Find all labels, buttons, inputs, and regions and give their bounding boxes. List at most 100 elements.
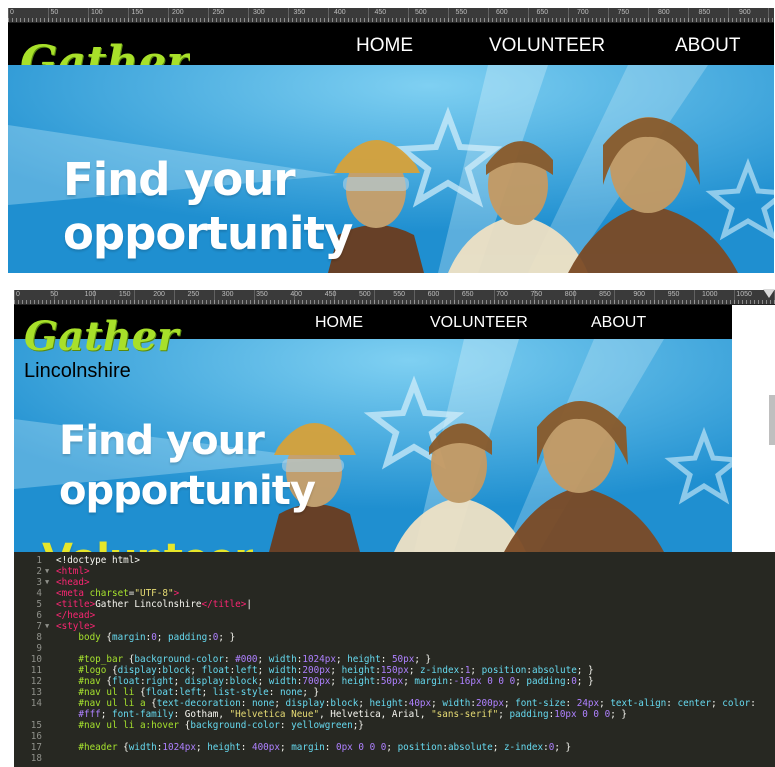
code-token: absolute	[447, 742, 493, 753]
preview-scrollbar[interactable]	[769, 395, 775, 445]
code-text: <!doctype html>	[56, 555, 140, 566]
line-number: 1	[36, 555, 42, 566]
code-token: yellowgreen	[291, 720, 353, 731]
ruler-tick-label: 200	[172, 9, 184, 16]
code-token: right	[145, 676, 174, 687]
ruler-tick-label: 450	[374, 9, 387, 16]
nav-home[interactable]: HOME	[356, 35, 413, 57]
line-number: 5	[36, 599, 42, 610]
code-token: z-index	[503, 742, 544, 753]
code-token: ; }	[576, 676, 594, 687]
code-token: ;	[335, 654, 348, 665]
code-text: </head>	[56, 610, 95, 621]
code-token: block	[162, 665, 191, 676]
code-token: ;	[257, 665, 269, 676]
nav-about[interactable]: ABOUT	[675, 35, 740, 57]
fold-arrow-icon[interactable]: ▼	[45, 566, 49, 577]
ruler-tick-label: 300	[221, 291, 234, 298]
code-token: #fff	[78, 709, 101, 720]
ruler-tick-label: 500	[359, 291, 371, 298]
code-token: ;	[100, 709, 112, 720]
code-token: :	[279, 720, 292, 731]
line-number: 10	[30, 654, 42, 665]
code-token: ;	[408, 665, 421, 676]
code-token: ;	[492, 742, 504, 753]
ruler-tick-label: 350	[256, 291, 268, 298]
code-token: height	[341, 676, 376, 687]
code-token: center	[677, 698, 712, 709]
code-text: <title>Gather Lincolnshire</title>|	[56, 599, 252, 610]
nav-volunteer[interactable]: VOLUNTEER	[489, 35, 605, 57]
code-token: {	[100, 632, 112, 643]
ruler-end-marker-icon[interactable]	[763, 289, 775, 298]
code-token: width	[268, 665, 297, 676]
line-number: 3	[36, 577, 42, 588]
code-token: height	[347, 654, 381, 665]
code-text: #top_bar {background-color: #000; width:…	[56, 654, 431, 665]
code-token: body	[78, 632, 101, 643]
line-number: 12	[30, 676, 42, 687]
code-token: ;	[330, 676, 342, 687]
code-token: width	[442, 698, 471, 709]
code-token: :	[750, 698, 756, 709]
nav-home-2[interactable]: HOME	[315, 314, 363, 332]
code-editor[interactable]: 1 <!doctype html> 2 ▼ <html> 3 ▼ <head> 4 <meta c…	[14, 552, 775, 767]
code-token: ;	[386, 742, 398, 753]
code-token: : Gotham,	[173, 709, 230, 720]
ruler-tick-label: 650	[536, 9, 549, 16]
code-token: #000	[235, 654, 258, 665]
code-token: <title>	[56, 599, 96, 610]
code-token: display	[117, 665, 157, 676]
code-token: 200px	[475, 698, 504, 709]
nav-about-2[interactable]: ABOUT	[591, 314, 646, 332]
ruler-tick-label: 750	[530, 291, 543, 298]
code-token: ;	[190, 665, 202, 676]
fold-arrow-icon[interactable]: ▼	[45, 621, 49, 632]
code-text: <head>	[56, 577, 90, 588]
code-token: 200px	[302, 665, 331, 676]
bottom-ruler: 0 50 100 150 200 250 300 350 400 450 500 550 600 650 7…	[14, 290, 775, 305]
code-token: :	[380, 654, 392, 665]
code-text: body {margin:0; padding:0; }	[56, 632, 235, 643]
code-token: ; }	[610, 709, 628, 720]
code-token: margin	[291, 742, 325, 753]
code-token: ;	[156, 632, 168, 643]
code-token: #header	[78, 742, 118, 753]
bottom-preview: HOME VOLUNTEER ABOUT Find your opportuni…	[14, 305, 732, 552]
code-token: "UTF-8"	[134, 588, 174, 599]
code-token: :	[666, 698, 678, 709]
code-token: ;	[358, 698, 370, 709]
code-token: float	[145, 687, 174, 698]
nav-volunteer-2[interactable]: VOLUNTEER	[430, 314, 528, 332]
ruler-tick-label: 650	[461, 291, 474, 298]
code-token: ;	[470, 665, 482, 676]
line-number: 2	[36, 566, 42, 577]
code-token: </head>	[56, 610, 96, 621]
code-token: 10px 0 0 0	[554, 709, 611, 720]
code-token: ;	[279, 742, 292, 753]
top-ruler: 0 50 100 150 200 250 300 350 400 450 500 550 600 650 7…	[8, 8, 774, 23]
code-token: {	[100, 676, 112, 687]
code-token: font-size	[515, 698, 566, 709]
code-token: height	[207, 742, 241, 753]
fold-arrow-icon[interactable]: ▼	[45, 577, 49, 588]
code-text: #header {width: 1024px; height: 400px; ma…	[56, 742, 571, 753]
code-token: 400px	[251, 742, 280, 753]
logo-title: Gather	[24, 313, 179, 360]
code-token: float	[111, 676, 140, 687]
ruler-tick-label: 450	[324, 291, 337, 298]
code-token: none	[279, 687, 303, 698]
logo-title-cropped: Gather	[20, 41, 190, 65]
code-token: block	[229, 676, 258, 687]
code-text: <meta charset="UTF-8">	[56, 588, 179, 599]
code-token: background-color	[190, 720, 280, 731]
code-token: , Helvetica, Arial,	[319, 709, 432, 720]
code-token: font-family	[111, 709, 174, 720]
code-token: ;	[599, 698, 611, 709]
code-token: ; }	[554, 742, 572, 753]
ruler-tick-label: 0	[10, 9, 14, 16]
code-token: display	[285, 698, 325, 709]
code-token: ; }	[302, 687, 320, 698]
